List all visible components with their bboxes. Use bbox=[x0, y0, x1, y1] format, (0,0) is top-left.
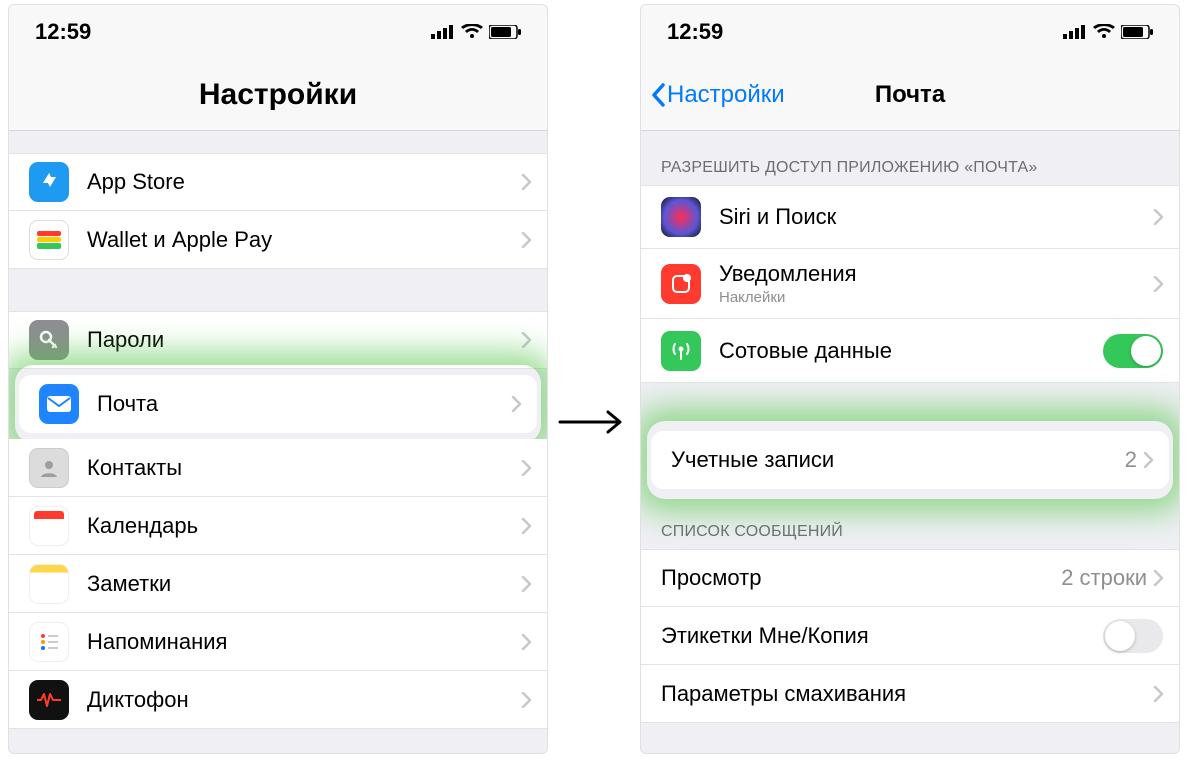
row-label: Почта bbox=[97, 391, 511, 417]
row-label: Заметки bbox=[87, 571, 521, 597]
row-label: Параметры смахивания bbox=[661, 681, 1153, 707]
row-appstore[interactable]: App Store bbox=[9, 153, 547, 211]
row-label: Siri и Поиск bbox=[719, 204, 1153, 230]
settings-screen: 12:59 Настройки App Store Wallet и Apple… bbox=[8, 4, 548, 754]
row-label: Напоминания bbox=[87, 629, 521, 655]
row-notifications[interactable]: Уведомления Наклейки bbox=[641, 249, 1179, 319]
wallet-icon bbox=[29, 220, 69, 260]
row-reminders[interactable]: Напоминания bbox=[9, 613, 547, 671]
chevron-right-icon bbox=[1153, 276, 1163, 292]
highlight-accounts: Учетные записи 2 bbox=[641, 425, 1179, 495]
highlight-mail: Почта bbox=[9, 369, 547, 439]
row-notes[interactable]: Заметки bbox=[9, 555, 547, 613]
notifications-icon bbox=[661, 264, 701, 304]
chevron-right-icon bbox=[521, 576, 531, 592]
chevron-right-icon bbox=[521, 634, 531, 650]
chevron-right-icon bbox=[1153, 209, 1163, 225]
key-icon bbox=[29, 320, 69, 360]
status-icons bbox=[431, 24, 521, 40]
tome-toggle[interactable] bbox=[1103, 619, 1163, 653]
battery-icon bbox=[1121, 25, 1153, 39]
row-sublabel: Наклейки bbox=[719, 289, 1153, 306]
row-voicememos[interactable]: Диктофон bbox=[9, 671, 547, 729]
row-accounts[interactable]: Учетные записи 2 bbox=[651, 431, 1169, 489]
row-label: App Store bbox=[87, 169, 521, 195]
row-contacts[interactable]: Контакты bbox=[9, 439, 547, 497]
chevron-right-icon bbox=[1153, 570, 1163, 586]
mail-settings-screen: 12:59 Настройки Почта РАЗРЕШИТЬ ДОСТУП П… bbox=[640, 4, 1180, 754]
cellular-toggle[interactable] bbox=[1103, 334, 1163, 368]
status-bar: 12:59 bbox=[641, 5, 1179, 59]
row-label: Просмотр bbox=[661, 565, 1061, 591]
row-label: Уведомления bbox=[719, 261, 1153, 287]
notes-icon bbox=[29, 564, 69, 604]
row-tome-labels: Этикетки Мне/Копия bbox=[641, 607, 1179, 665]
chevron-right-icon bbox=[1143, 452, 1153, 468]
preview-value: 2 строки bbox=[1061, 565, 1147, 591]
contacts-icon bbox=[29, 448, 69, 488]
status-time: 12:59 bbox=[667, 19, 723, 45]
section-header-allow: РАЗРЕШИТЬ ДОСТУП ПРИЛОЖЕНИЮ «ПОЧТА» bbox=[641, 131, 1179, 185]
appstore-icon bbox=[29, 162, 69, 202]
back-button[interactable]: Настройки bbox=[641, 81, 785, 109]
chevron-right-icon bbox=[521, 518, 531, 534]
chevron-right-icon bbox=[521, 692, 531, 708]
row-label: Диктофон bbox=[87, 687, 521, 713]
chevron-right-icon bbox=[521, 460, 531, 476]
chevron-right-icon bbox=[521, 174, 531, 190]
row-label: Wallet и Apple Pay bbox=[87, 227, 521, 253]
chevron-right-icon bbox=[1153, 686, 1163, 702]
row-calendar[interactable]: Календарь bbox=[9, 497, 547, 555]
row-label: Календарь bbox=[87, 513, 521, 539]
row-label: Учетные записи bbox=[671, 447, 1125, 473]
accounts-count: 2 bbox=[1125, 447, 1137, 473]
navbar: Настройки Почта bbox=[641, 59, 1179, 131]
status-bar: 12:59 bbox=[9, 5, 547, 59]
voicememos-icon bbox=[29, 680, 69, 720]
chevron-left-icon bbox=[651, 83, 665, 107]
row-preview[interactable]: Просмотр 2 строки bbox=[641, 549, 1179, 607]
cellular-icon bbox=[1063, 25, 1087, 39]
row-siri[interactable]: Siri и Поиск bbox=[641, 185, 1179, 249]
cellular-icon bbox=[431, 25, 455, 39]
battery-icon bbox=[489, 25, 521, 39]
row-label: Этикетки Мне/Копия bbox=[661, 623, 1103, 649]
row-label: Контакты bbox=[87, 455, 521, 481]
reminders-icon bbox=[29, 622, 69, 662]
row-wallet[interactable]: Wallet и Apple Pay bbox=[9, 211, 547, 269]
status-time: 12:59 bbox=[35, 19, 91, 45]
row-mail[interactable]: Почта bbox=[19, 375, 537, 433]
row-swipe[interactable]: Параметры смахивания bbox=[641, 665, 1179, 723]
chevron-right-icon bbox=[511, 396, 521, 412]
chevron-right-icon bbox=[521, 232, 531, 248]
status-icons bbox=[1063, 24, 1153, 40]
mail-icon bbox=[39, 384, 79, 424]
section-header-list: СПИСОК СООБЩЕНИЙ bbox=[641, 495, 1179, 549]
antenna-icon bbox=[661, 331, 701, 371]
back-label: Настройки bbox=[667, 81, 785, 109]
arrow-right-icon bbox=[558, 408, 628, 441]
chevron-right-icon bbox=[521, 332, 531, 348]
row-passwords[interactable]: Пароли bbox=[9, 311, 547, 369]
page-title: Настройки bbox=[9, 78, 547, 112]
wifi-icon bbox=[461, 24, 483, 40]
wifi-icon bbox=[1093, 24, 1115, 40]
siri-icon bbox=[661, 197, 701, 237]
row-cellular: Сотовые данные bbox=[641, 319, 1179, 383]
row-label: Сотовые данные bbox=[719, 338, 1103, 364]
row-label: Пароли bbox=[87, 327, 521, 353]
navbar: Настройки bbox=[9, 59, 547, 131]
calendar-icon bbox=[29, 506, 69, 546]
